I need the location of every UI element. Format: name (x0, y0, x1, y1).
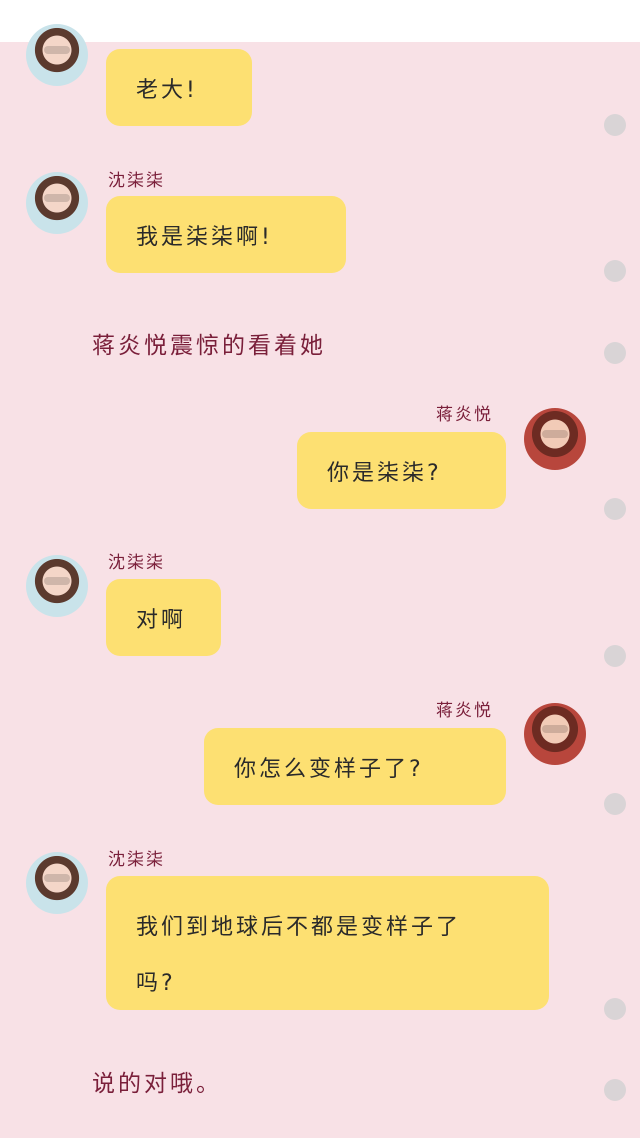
avatar-shen-qiqi[interactable] (26, 24, 88, 86)
narration-text: 蒋炎悦震惊的看着她 (92, 333, 326, 359)
message-text: 你怎么变样子了? (234, 756, 424, 782)
scroll-dot (604, 498, 626, 520)
scroll-dot (604, 793, 626, 815)
scroll-dot (604, 342, 626, 364)
message-bubble[interactable]: 我们到地球后不都是变样子了吗? (106, 876, 549, 1010)
avatar-shen-qiqi[interactable] (26, 172, 88, 234)
message-text: 我们到地球后不都是变样子了吗? (136, 915, 462, 996)
narration-text: 说的对哦。 (92, 1071, 222, 1097)
sender-name: 蒋炎悦 (436, 405, 493, 425)
message-bubble[interactable]: 对啊 (106, 579, 221, 656)
sender-name: 沈柒柒 (108, 850, 165, 870)
sender-name: 蒋炎悦 (436, 701, 493, 721)
message-text: 我是柒柒啊! (136, 224, 273, 250)
message-text: 你是柒柒? (327, 460, 442, 486)
message-bubble[interactable]: 你是柒柒? (297, 432, 506, 509)
scroll-dot (604, 645, 626, 667)
avatar-jiang-yanyue[interactable] (524, 408, 586, 470)
sender-name: 沈柒柒 (108, 171, 165, 191)
sender-name: 沈柒柒 (108, 553, 165, 573)
scroll-dot (604, 998, 626, 1020)
message-text: 老大! (136, 77, 198, 103)
chat-area: 老大! 沈柒柒 我是柒柒啊! 蒋炎悦震惊的看着她 蒋炎悦 你是柒柒? 沈柒柒 对… (0, 24, 640, 1138)
message-text: 对啊 (136, 607, 187, 633)
top-bar (0, 0, 640, 42)
scroll-dot (604, 1079, 626, 1101)
avatar-jiang-yanyue[interactable] (524, 703, 586, 765)
avatar-shen-qiqi[interactable] (26, 852, 88, 914)
avatar-shen-qiqi[interactable] (26, 555, 88, 617)
scroll-dot (604, 260, 626, 282)
message-bubble[interactable]: 你怎么变样子了? (204, 728, 506, 805)
message-bubble[interactable]: 我是柒柒啊! (106, 196, 346, 273)
message-bubble[interactable]: 老大! (106, 49, 252, 126)
scroll-dot (604, 114, 626, 136)
